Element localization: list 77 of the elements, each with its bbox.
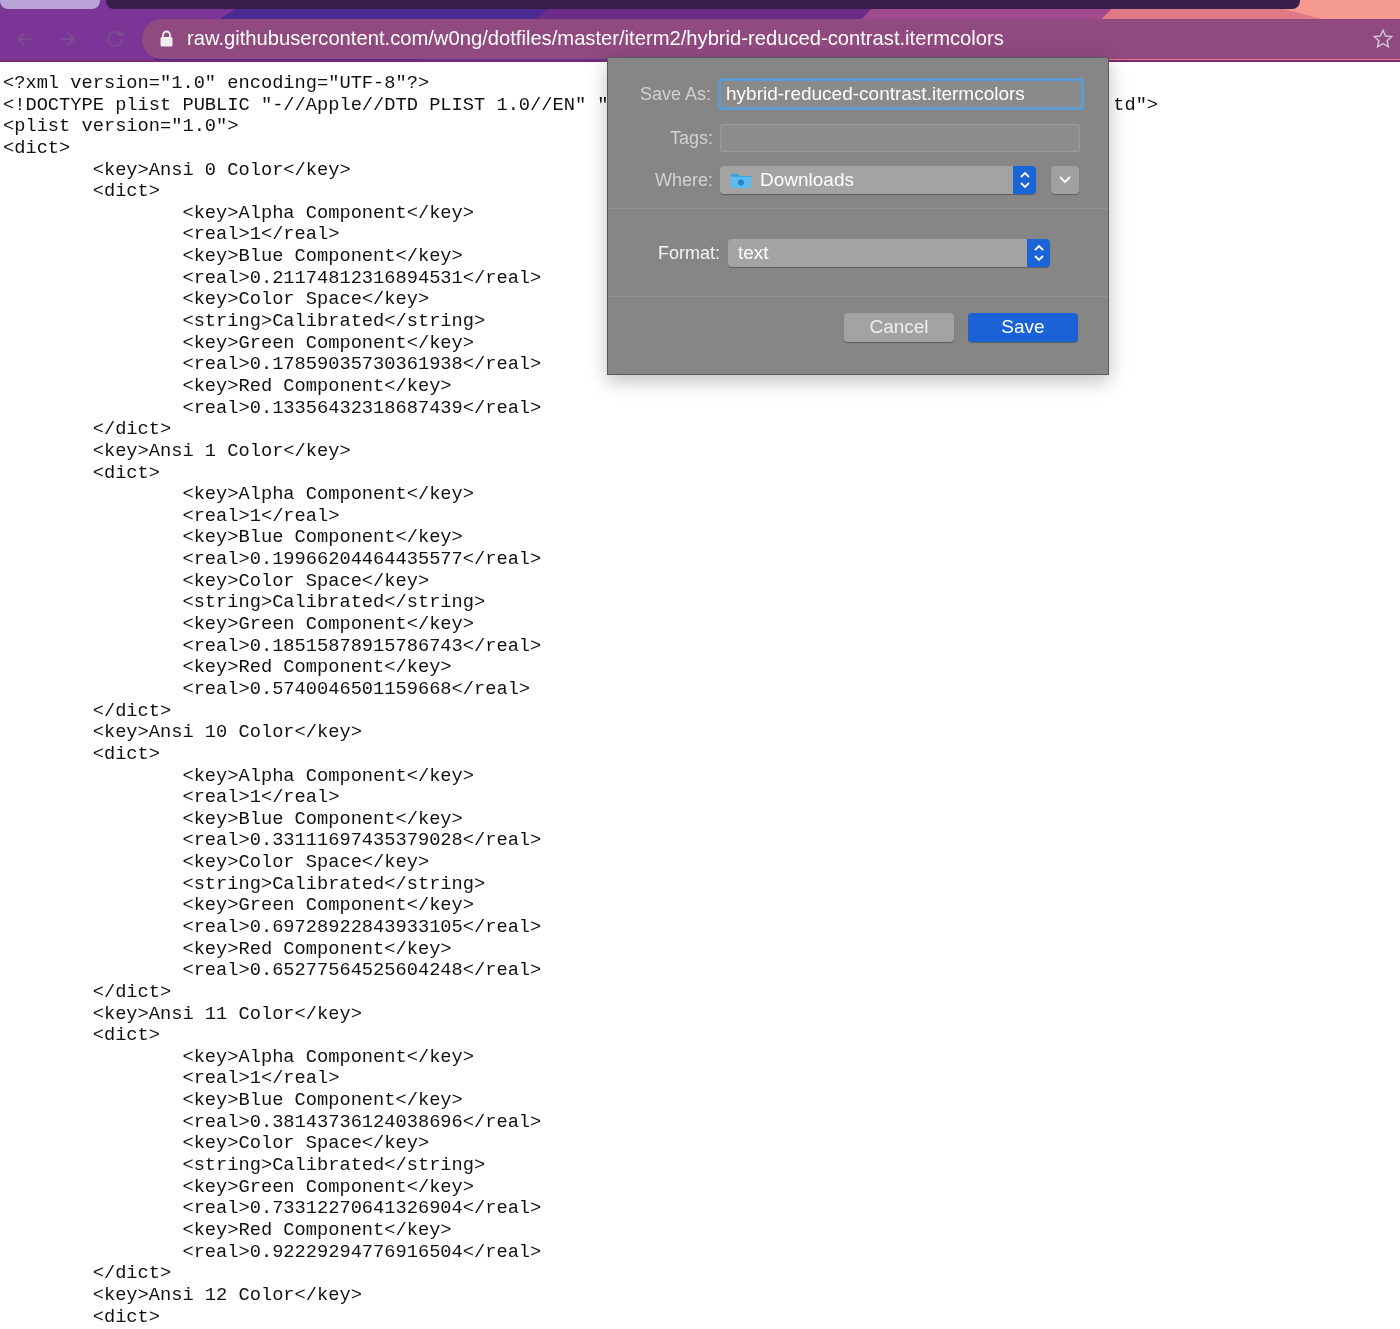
code-line: <real>0.38143736124038696</real> xyxy=(181,1110,542,1133)
code-line: <key>Ansi 0 Color</key> xyxy=(91,158,351,181)
code-line: <key>Red Component</key> xyxy=(181,656,452,679)
code-line: <real>1</real> xyxy=(181,786,340,809)
code-line: <real>0.73312270641326904</real> xyxy=(181,1197,542,1220)
code-line: <real>0.19966204464435577</real> xyxy=(181,548,542,571)
code-line: <!DOCTYPE plist PUBLIC "-//Apple//DTD PLIST 1.0//EN" " xyxy=(3,93,609,116)
bookmark-star-icon[interactable] xyxy=(1372,27,1394,50)
code-line: <real>0.69728922843933105</real> xyxy=(181,916,542,938)
code-line: <key>Alpha Component</key> xyxy=(181,764,474,787)
code-line: <key>Ansi 12 Color</key> xyxy=(91,1283,362,1306)
code-line: <key>Blue Component</key> xyxy=(181,526,463,549)
code-line: <key>Alpha Component</key> xyxy=(181,1045,474,1068)
code-line: <real>0.21174812316894531</real> xyxy=(181,266,542,289)
code-line: <real>0.18515878915786743</real> xyxy=(181,634,542,657)
up-down-chevron-icon xyxy=(1018,170,1031,190)
code-line: <plist version="1.0"> xyxy=(3,115,239,138)
code-line: <dict> xyxy=(3,136,71,159)
code-line: <key>Blue Component</key> xyxy=(181,807,463,830)
code-line: <key>Red Component</key> xyxy=(181,1218,452,1241)
address-bar[interactable]: raw.githubusercontent.com/w0ng/dotfiles/master/iterm2/hybrid-reduced-contrast.itermcolors xyxy=(142,18,1400,59)
code-line: <real>0.13356432318687439</real> xyxy=(181,396,542,419)
url-text: raw.githubusercontent.com/w0ng/dotfiles/master/iterm2/hybrid-reduced-contrast.itermcolors xyxy=(187,26,1004,52)
code-line: <string>Calibrated</string> xyxy=(181,872,486,895)
code-line: <string>Calibrated</string> xyxy=(181,310,486,333)
lock-icon xyxy=(160,30,173,47)
code-line: <key>Blue Component</key> xyxy=(181,245,463,268)
code-line: <real>0.17859035730361938</real> xyxy=(181,353,542,376)
code-line: <key>Color Space</key> xyxy=(181,288,430,311)
code-line: <real>0.65277564525604248</real> xyxy=(181,959,542,982)
code-line: <key>Alpha Component</key> xyxy=(181,483,474,506)
cancel-button[interactable]: Cancel xyxy=(844,313,954,342)
code-line: <real>1</real> xyxy=(181,504,340,527)
field-label: Where: xyxy=(653,168,713,192)
folder-icon xyxy=(730,171,752,189)
field-label: Save As: xyxy=(638,82,711,106)
code-line: <real>0.92229294776916504</real> xyxy=(181,1240,542,1263)
code-line: </dict> xyxy=(91,418,172,441)
filename-field[interactable]: hybrid-reduced-contrast.itermcolors xyxy=(718,78,1084,110)
code-line: <key>Alpha Component</key> xyxy=(181,201,474,224)
expand-button[interactable] xyxy=(1051,166,1079,194)
code-line: <dict> xyxy=(91,180,160,203)
code-line: <key>Green Component</key> xyxy=(181,894,474,917)
code-line: <real>0.5740046501159668</real> xyxy=(181,677,531,700)
code-line: <key>Color Space</key> xyxy=(181,1132,430,1155)
code-line: </dict> xyxy=(91,980,172,1003)
code-line: td"> xyxy=(1113,93,1159,116)
field-label: Tags: xyxy=(668,126,713,150)
code-line: <key>Red Component</key> xyxy=(181,937,452,960)
code-line: <key>Green Component</key> xyxy=(181,331,474,354)
code-line: <dict> xyxy=(91,1024,160,1047)
code-line: </dict> xyxy=(91,699,172,722)
location-dropdown[interactable]: Downloads xyxy=(720,166,1036,194)
save-button[interactable]: Save xyxy=(968,313,1078,342)
code-line: <real>0.33111697435379028</real> xyxy=(181,829,542,852)
code-line: <key>Green Component</key> xyxy=(181,1175,474,1198)
up-down-chevron-icon xyxy=(1032,243,1045,263)
code-line: <key>Blue Component</key> xyxy=(181,1089,463,1112)
code-line: <key>Color Space</key> xyxy=(181,569,430,592)
code-line: <dict> xyxy=(91,461,160,484)
code-line: <dict> xyxy=(91,742,160,765)
field-label: Format: xyxy=(658,241,720,265)
format-dropdown[interactable]: text xyxy=(728,239,1050,267)
code-line: <string>Calibrated</string> xyxy=(181,1154,486,1177)
code-line: </dict> xyxy=(91,1262,172,1285)
code-line: <real>1</real> xyxy=(181,1067,340,1090)
code-line: <key>Ansi 10 Color</key> xyxy=(91,721,362,744)
code-line: <real>1</real> xyxy=(181,223,340,246)
code-line: <key>Color Space</key> xyxy=(181,851,430,874)
code-line: <key>Green Component</key> xyxy=(181,613,474,635)
chevron-down-icon xyxy=(1058,175,1072,185)
code-line: <key>Red Component</key> xyxy=(181,374,452,397)
code-line: <?xml version="1.0" encoding="UTF-8"?> xyxy=(3,72,430,94)
code-line: <string>Calibrated</string> xyxy=(181,591,486,614)
code-line: <dict> xyxy=(91,1305,160,1328)
code-line: <key>Ansi 11 Color</key> xyxy=(91,1002,362,1025)
code-line: <key>Ansi 1 Color</key> xyxy=(91,439,351,462)
